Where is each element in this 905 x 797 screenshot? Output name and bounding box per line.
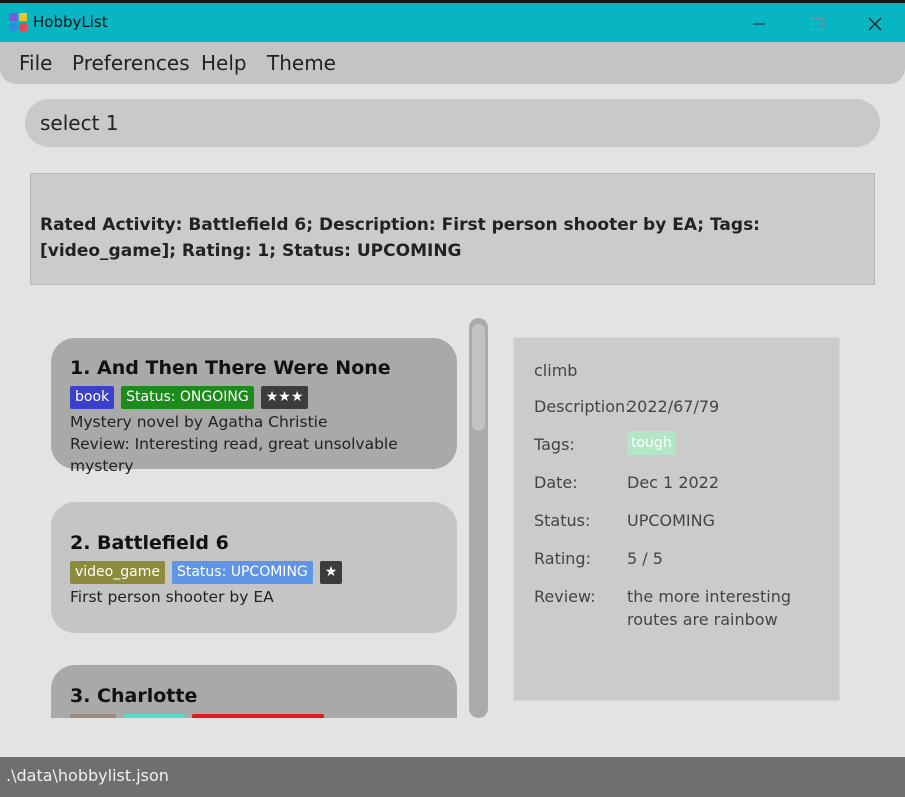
rating-stars: ★ — [319, 561, 343, 584]
activity-title: 1. And Then There Were None — [70, 357, 391, 379]
activity-card-3[interactable]: 3. Charlotte — [51, 665, 457, 718]
status-badge: Status: UPCOMING — [171, 561, 313, 584]
detail-review: the more interesting routes are rainbow — [627, 587, 791, 629]
app-icon — [9, 13, 27, 31]
activity-description: First person shooter by EA — [70, 588, 274, 606]
detail-status-label: Status: — [534, 511, 591, 530]
activity-description: Mystery novel by Agatha Christie — [70, 413, 328, 431]
activity-title: 3. Charlotte — [70, 685, 198, 707]
minimize-button[interactable] — [736, 8, 782, 40]
tag — [70, 714, 116, 718]
command-input-value: select 1 — [40, 111, 119, 135]
menu-preferences[interactable]: Preferences — [72, 51, 190, 75]
tag-video-game: video_game — [70, 561, 165, 584]
detail-review-label: Review: — [534, 587, 596, 606]
status-badge: Status: ONGOING — [121, 386, 254, 409]
detail-date: Dec 1 2022 — [627, 473, 720, 492]
window-title: HobbyList — [33, 13, 108, 31]
activity-review: Review: Interesting read, great unsolvab… — [70, 435, 398, 475]
result-display: Rated Activity: Battlefield 6; Descripti… — [30, 173, 875, 285]
rating-stars: ★★★ — [260, 386, 309, 409]
detail-tag: tough — [627, 431, 676, 455]
status-badge — [192, 714, 324, 718]
detail-status: UPCOMING — [627, 511, 716, 530]
status-bar: .\data\hobbylist.json — [0, 757, 905, 797]
activity-list[interactable]: 1. And Then There Were None book Status:… — [30, 318, 490, 718]
menu-help[interactable]: Help — [201, 51, 247, 75]
activity-card-2[interactable]: 2. Battlefield 6 video_game Status: UPCO… — [51, 502, 457, 633]
minimize-icon — [753, 23, 765, 25]
menu-theme[interactable]: Theme — [267, 51, 336, 75]
menu-bar: File Preferences Help Theme — [0, 42, 905, 84]
menu-file[interactable]: File — [19, 51, 52, 75]
maximize-button[interactable] — [794, 8, 840, 40]
detail-tags-label: Tags: — [534, 435, 575, 454]
close-button[interactable] — [852, 8, 898, 40]
detail-rating-label: Rating: — [534, 549, 591, 568]
list-scrollbar[interactable] — [469, 318, 488, 718]
detail-date-label: Date: — [534, 473, 578, 492]
detail-description: 2022/67/79 — [627, 397, 720, 416]
command-input[interactable]: select 1 — [25, 99, 880, 147]
scrollbar-thumb[interactable] — [472, 324, 485, 431]
title-bar: HobbyList — [0, 0, 905, 42]
data-file-path: .\data\hobbylist.json — [6, 766, 169, 785]
result-text: Rated Activity: Battlefield 6; Descripti… — [40, 215, 760, 261]
activity-card-1[interactable]: 1. And Then There Were None book Status:… — [51, 338, 457, 475]
close-icon — [868, 17, 882, 31]
tag-book: book — [70, 386, 115, 409]
detail-description-label: Description: — [534, 397, 631, 416]
tag — [123, 714, 185, 718]
activity-detail-panel: climb Description: 2022/67/79 Tags: toug… — [513, 337, 840, 701]
activity-title: 2. Battlefield 6 — [70, 532, 229, 554]
maximize-icon — [811, 18, 823, 30]
detail-rating: 5 / 5 — [627, 549, 663, 568]
detail-name: climb — [534, 361, 578, 380]
